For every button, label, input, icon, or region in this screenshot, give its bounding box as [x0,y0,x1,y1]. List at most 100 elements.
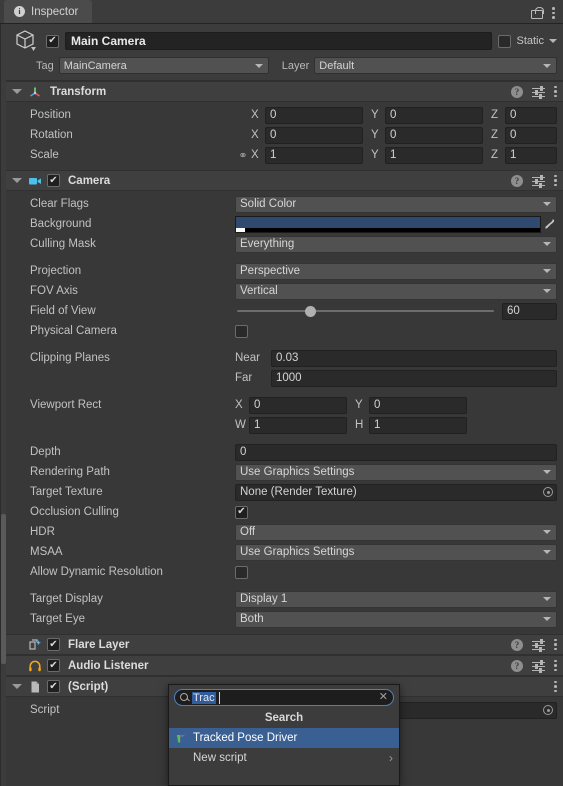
flare-layer-icon [28,638,42,652]
foldout-arrow-icon[interactable] [12,178,22,183]
flare-layer-enabled-checkbox[interactable] [47,638,60,651]
gameobject-header: Main Camera Static Tag MainCamera Layer … [6,24,563,81]
depth-input[interactable]: 0 [235,443,557,461]
target-texture-value: None (Render Texture) [240,486,357,498]
allow-dynamic-resolution-checkbox[interactable] [235,565,248,579]
physical-camera-checkbox[interactable] [235,324,248,338]
scale-z-input[interactable]: 1 [505,146,557,164]
axis-label-x: X [251,129,259,141]
chevron-down-icon [543,202,551,206]
component-header-transform[interactable]: Transform ? [6,81,563,102]
audio-listener-enabled-checkbox[interactable] [47,659,60,672]
static-dropdown-icon[interactable] [549,39,557,43]
property-label: Clear Flags [30,198,89,210]
help-icon[interactable]: ? [511,85,523,98]
property-label: Rotation [30,129,73,141]
scrollbar-thumb[interactable] [1,514,6,664]
foldout-arrow-icon[interactable] [12,89,22,94]
lock-icon[interactable] [531,7,544,19]
layer-dropdown[interactable]: Default [314,57,557,74]
gameobject-name-field[interactable]: Main Camera [65,32,493,50]
background-color-field[interactable] [235,215,541,233]
field-of-view-input[interactable]: 60 [502,302,557,320]
help-icon[interactable]: ? [511,638,523,651]
search-input[interactable]: Trac ✕ [174,689,394,706]
rotation-y-input[interactable]: 0 [385,126,483,144]
clear-icon[interactable]: ✕ [379,692,388,703]
script-enabled-checkbox[interactable] [47,680,60,693]
popup-item-tracked-pose-driver[interactable]: Tracked Pose Driver [169,728,399,748]
constrain-proportions-off-icon[interactable]: ⚭ [235,149,251,162]
popup-item-label: New script [193,752,247,764]
kebab-menu-icon[interactable] [554,85,557,98]
vertical-scrollbar[interactable] [1,24,6,786]
rotation-z-input[interactable]: 0 [505,126,557,144]
culling-mask-value: Everything [240,238,295,250]
position-y-input[interactable]: 0 [385,106,483,124]
culling-mask-dropdown[interactable]: Everything [235,235,557,253]
scale-x-input[interactable]: 1 [265,146,363,164]
target-display-dropdown[interactable]: Display 1 [235,590,557,608]
script-file-icon [28,680,42,694]
target-eye-dropdown[interactable]: Both [235,610,557,628]
kebab-menu-icon[interactable] [554,638,557,651]
field-of-view-slider[interactable] [235,303,496,320]
help-icon[interactable]: ? [511,659,523,672]
cube-icon[interactable] [14,28,40,54]
viewport-w-input[interactable]: 1 [249,416,347,434]
inspector-tabbar: i Inspector [0,0,563,24]
clipping-far-input[interactable]: 1000 [271,369,557,387]
tab-inspector[interactable]: i Inspector [4,0,93,23]
add-component-search-popup: Trac ✕ Search Tracked Pose Driver New sc… [168,684,400,786]
viewport-x-input[interactable]: 0 [249,396,347,414]
fov-axis-dropdown[interactable]: Vertical [235,282,557,300]
viewport-h-label: H [355,419,364,431]
object-picker-icon[interactable] [543,705,553,715]
preset-settings-icon[interactable] [532,638,545,652]
scale-y-input[interactable]: 1 [385,146,483,164]
property-row-clear-flags: Clear Flags Solid Color [6,194,563,214]
rotation-x-input[interactable]: 0 [265,126,363,144]
target-texture-object-field[interactable]: None (Render Texture) [235,483,557,501]
projection-dropdown[interactable]: Perspective [235,262,557,280]
preset-settings-icon[interactable] [532,85,545,99]
property-label: Clipping Planes [30,352,110,364]
kebab-menu-icon[interactable] [552,7,555,19]
position-x-input[interactable]: 0 [265,106,363,124]
msaa-dropdown[interactable]: Use Graphics Settings [235,543,557,561]
preset-settings-icon[interactable] [532,659,545,673]
kebab-menu-icon[interactable] [554,174,557,187]
clipping-near-input[interactable]: 0.03 [271,349,557,367]
eyedropper-icon[interactable] [541,218,557,230]
component-header-flare-layer[interactable]: Flare Layer ? [6,634,563,655]
component-header-camera[interactable]: Camera ? [6,170,563,191]
property-label: Viewport Rect [30,399,102,411]
preset-settings-icon[interactable] [532,174,545,188]
rendering-path-dropdown[interactable]: Use Graphics Settings [235,463,557,481]
object-picker-icon[interactable] [543,487,553,497]
help-icon[interactable]: ? [511,174,523,187]
axis-label-y: Y [371,109,379,121]
clear-flags-dropdown[interactable]: Solid Color [235,195,557,213]
projection-value: Perspective [240,265,301,277]
position-z-input[interactable]: 0 [505,106,557,124]
tag-dropdown[interactable]: MainCamera [58,57,269,74]
property-row-target-display: Target Display Display 1 [6,589,563,609]
component-header-audio-listener[interactable]: Audio Listener ? [6,655,563,676]
viewport-y-input[interactable]: 0 [369,396,467,414]
hdr-dropdown[interactable]: Off [235,523,557,541]
kebab-menu-icon[interactable] [554,659,557,672]
gameobject-enabled-checkbox[interactable] [46,34,59,48]
property-row-viewport-rect-xy: Viewport Rect X 0 Y 0 [6,395,563,415]
camera-enabled-checkbox[interactable] [47,174,60,187]
popup-item-new-script[interactable]: New script › [169,748,399,768]
kebab-menu-icon[interactable] [554,680,557,693]
static-checkbox[interactable] [498,34,512,48]
occlusion-culling-checkbox[interactable] [235,505,248,519]
component-actions: ? [511,174,557,188]
slider-knob[interactable] [305,305,317,317]
viewport-h-input[interactable]: 1 [369,416,467,434]
property-row-depth: Depth 0 [6,442,563,462]
foldout-arrow-icon[interactable] [12,684,22,689]
